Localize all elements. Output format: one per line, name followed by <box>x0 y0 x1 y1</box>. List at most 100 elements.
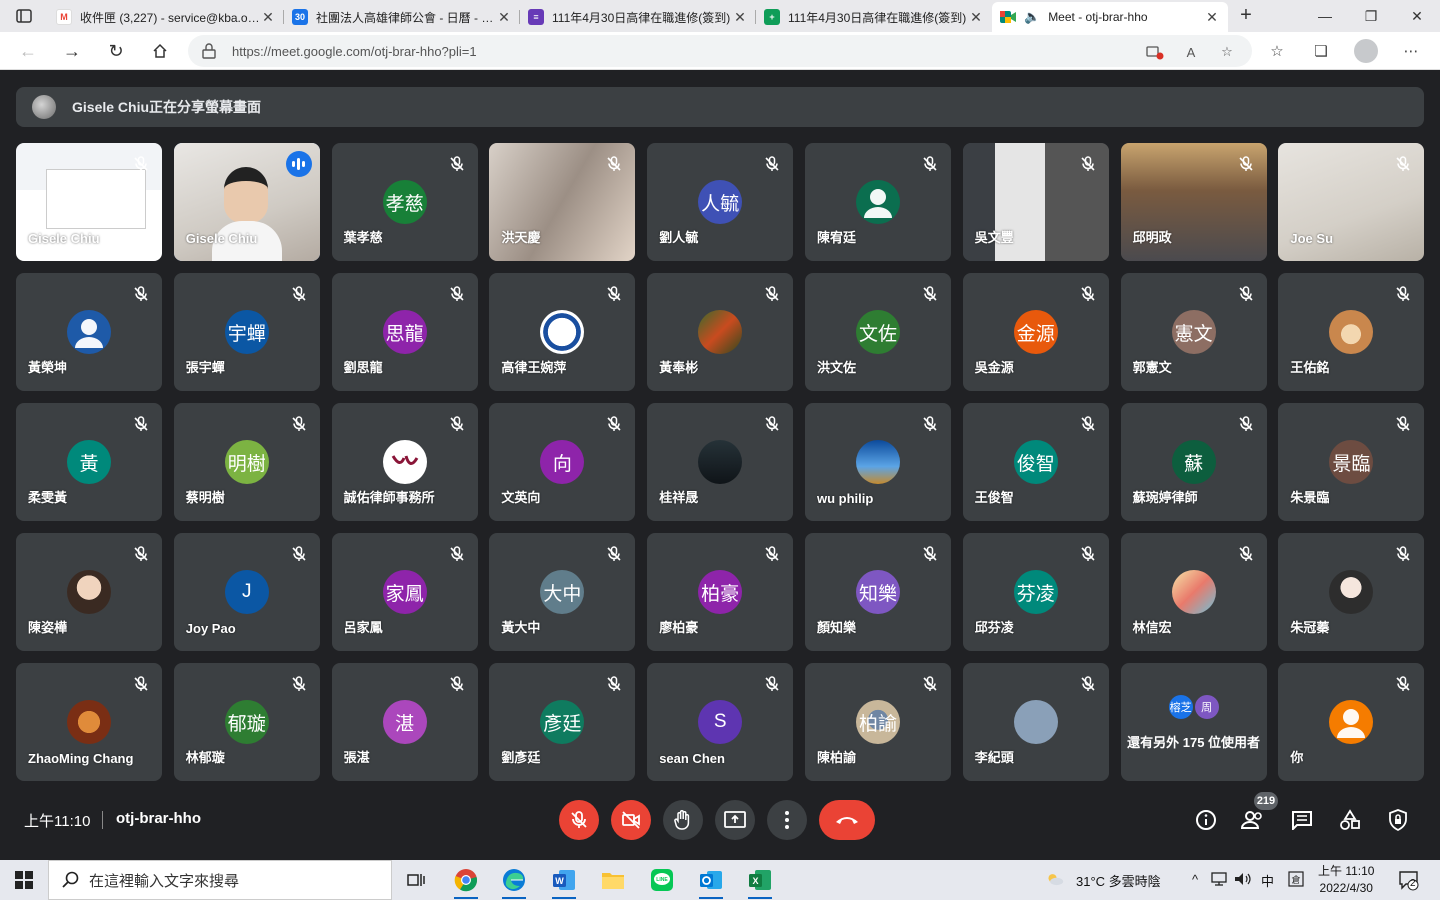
participant-tile[interactable]: 黃柔雯黃 <box>16 403 162 521</box>
add-favorite-icon[interactable]: ☆ <box>1218 43 1236 61</box>
participant-tile[interactable]: 向文英向 <box>489 403 636 521</box>
participant-tile[interactable]: 知樂 顏知樂 <box>805 533 951 651</box>
participant-tile[interactable]: 柏諭 陳柏諭 <box>805 663 951 781</box>
volume-icon[interactable] <box>1234 870 1252 888</box>
weather-icon[interactable] <box>1046 870 1064 888</box>
audio-playing-icon[interactable]: 🔈 <box>1024 9 1040 25</box>
minimize-icon[interactable]: — <box>1302 0 1348 32</box>
close-window-icon[interactable]: ✕ <box>1394 0 1440 32</box>
back-icon[interactable]: ← <box>14 38 42 64</box>
address-bar[interactable]: https://meet.google.com/otj-brar-hho?pli… <box>188 35 1252 67</box>
browser-tab-meet[interactable]: 🔈 Meet - otj-brar-hho ✕ <box>992 2 1228 32</box>
profile-avatar[interactable] <box>1354 39 1378 63</box>
ime-mode-icon[interactable]: 倉 <box>1287 870 1305 888</box>
camera-toggle-button[interactable] <box>611 800 651 840</box>
weather-text[interactable]: 31°C 多雲時陰 <box>1076 871 1161 890</box>
participant-tile[interactable]: 彥廷 劉彥廷 <box>489 663 636 781</box>
participant-tile[interactable]: Joe Su <box>1278 143 1425 261</box>
edge-app-icon[interactable] <box>498 864 530 899</box>
participant-tile[interactable]: 吳文豐 <box>962 143 1109 261</box>
participant-tile[interactable]: 大中 黃大中 <box>489 533 636 651</box>
raise-hand-button[interactable] <box>663 800 703 840</box>
participant-tile[interactable]: Ssean Chen <box>647 663 794 781</box>
participant-tile[interactable]: 林信宏 <box>1120 533 1267 651</box>
close-tab-icon[interactable]: ✕ <box>260 9 276 26</box>
camera-blocked-icon[interactable] <box>1146 43 1164 61</box>
participant-tile[interactable]: J Joy Pao <box>173 533 320 651</box>
participant-tile[interactable]: 黃榮坤 <box>16 273 162 391</box>
participant-tile[interactable]: 家鳳 呂家鳳 <box>331 533 478 651</box>
participant-tile[interactable]: 人毓 劉人毓 <box>647 143 794 261</box>
participant-tile[interactable]: 孝慈 葉孝慈 <box>331 143 478 261</box>
taskbar-search-box[interactable]: 在這裡輸入文字來搜尋 <box>48 860 392 900</box>
task-view-icon[interactable] <box>400 864 432 896</box>
more-options-button[interactable] <box>767 800 807 840</box>
participant-tile[interactable]: 明樹 蔡明樹 <box>173 403 320 521</box>
line-app-icon[interactable]: LINE <box>646 864 678 896</box>
participant-tile[interactable]: 陳宥廷 <box>805 143 951 261</box>
taskbar-clock[interactable]: 上午 11:10 2022/4/30 <box>1318 863 1374 897</box>
participant-tile[interactable]: 金源 吳金源 <box>962 273 1109 391</box>
participant-tile[interactable]: 俊智 王俊智 <box>962 403 1109 521</box>
chrome-app-icon[interactable] <box>450 864 482 899</box>
network-icon[interactable] <box>1210 870 1228 888</box>
participant-tile[interactable]: 你 <box>1278 663 1425 781</box>
reload-icon[interactable]: ↻ <box>102 38 130 64</box>
leave-call-button[interactable] <box>819 800 875 840</box>
participant-tile[interactable]: 洪天慶 <box>489 143 636 261</box>
close-tab-icon[interactable]: ✕ <box>1204 9 1220 26</box>
notification-center-icon[interactable]: 2 <box>1398 869 1420 891</box>
file-explorer-icon[interactable] <box>597 864 629 896</box>
participant-tile[interactable]: 芬凌 邱芬凌 <box>962 533 1109 651</box>
word-app-icon[interactable]: W <box>548 864 580 899</box>
meeting-details-button[interactable] <box>1194 808 1218 832</box>
lock-icon[interactable] <box>202 43 216 59</box>
start-button[interactable] <box>0 860 48 900</box>
participant-tile[interactable]: 朱冠蓁 <box>1278 533 1425 651</box>
participant-tile[interactable]: Gisele Chiu <box>16 143 162 261</box>
favorites-icon[interactable]: ☆ <box>1266 40 1288 62</box>
chat-button[interactable] <box>1290 808 1314 832</box>
excel-app-icon[interactable]: X <box>744 864 776 899</box>
outlook-app-icon[interactable] <box>695 864 727 899</box>
host-controls-button[interactable] <box>1386 808 1410 832</box>
input-method-indicator[interactable]: 中 <box>1261 871 1274 890</box>
participant-tile[interactable]: 黃奉彬 <box>647 273 794 391</box>
chevron-up-icon[interactable]: ^ <box>1186 870 1204 888</box>
participant-tile[interactable]: 李紀頭 <box>962 663 1109 781</box>
activities-button[interactable] <box>1338 808 1362 832</box>
participant-tile[interactable]: 王佑銘 <box>1278 273 1425 391</box>
participant-tile[interactable]: 桂祥晟 <box>647 403 794 521</box>
read-aloud-icon[interactable]: A <box>1182 43 1200 61</box>
close-tab-icon[interactable]: ✕ <box>732 9 748 26</box>
participant-tile[interactable]: 景臨 朱景臨 <box>1278 403 1425 521</box>
people-button[interactable] <box>1241 808 1265 832</box>
collections-icon[interactable]: ❏ <box>1310 40 1332 62</box>
browser-tab-calendar[interactable]: 30 社團法人高雄律師公會 - 日曆 - 公告 ✕ <box>284 2 520 32</box>
participant-tile[interactable]: 誠佑律師事務所 <box>331 403 478 521</box>
participant-tile[interactable]: Gisele Chiu <box>173 143 320 261</box>
participant-tile[interactable]: 宇蟬 張宇蟬 <box>173 273 320 391</box>
participant-tile[interactable]: 文佐 洪文佐 <box>805 273 951 391</box>
close-tab-icon[interactable]: ✕ <box>968 9 984 26</box>
participant-tile[interactable]: 郁璇 林郁璇 <box>173 663 320 781</box>
participant-tile[interactable]: 邱明政 <box>1120 143 1267 261</box>
restore-icon[interactable]: ❐ <box>1348 0 1394 32</box>
present-screen-button[interactable] <box>715 800 755 840</box>
forward-icon[interactable]: → <box>58 38 86 64</box>
microphone-toggle-button[interactable] <box>559 800 599 840</box>
participant-tile[interactable]: 憲文 郭憲文 <box>1120 273 1267 391</box>
more-menu-icon[interactable]: ⋯ <box>1400 40 1422 62</box>
tab-actions-icon[interactable] <box>10 6 38 26</box>
participant-tile[interactable]: 思龍 劉思龍 <box>331 273 478 391</box>
participant-tile[interactable]: wu philip <box>805 403 951 521</box>
browser-tab-sheets[interactable]: + 111年4月30日高律在職進修(簽到) ✕ <box>756 2 992 32</box>
participant-tile[interactable]: 湛張湛 <box>331 663 478 781</box>
browser-tab-forms[interactable]: ≡ 111年4月30日高律在職進修(簽到) ✕ <box>520 2 756 32</box>
participant-tile[interactable]: 高律王婉萍 <box>489 273 636 391</box>
participant-tile[interactable]: ZhaoMing Chang <box>16 663 162 781</box>
participant-tile[interactable]: 陳姿樺 <box>16 533 162 651</box>
participant-tile[interactable]: 柏豪 廖柏豪 <box>647 533 794 651</box>
more-participants-tile[interactable]: 榕芝周還有另外 175 位使用者 <box>1120 663 1267 781</box>
close-tab-icon[interactable]: ✕ <box>496 9 512 26</box>
